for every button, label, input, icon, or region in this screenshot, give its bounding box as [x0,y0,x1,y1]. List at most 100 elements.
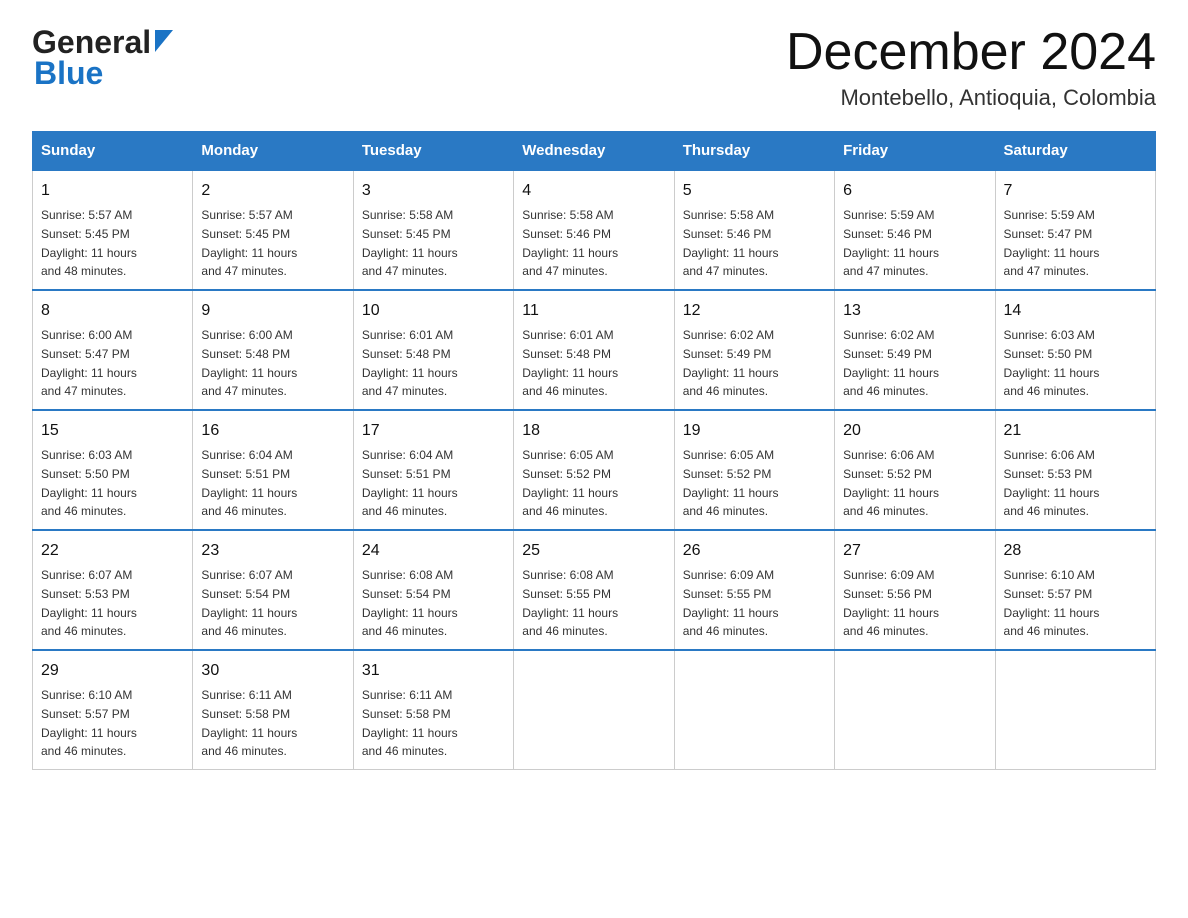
calendar-cell: 1 Sunrise: 5:57 AMSunset: 5:45 PMDaylight… [33,170,193,290]
day-number: 7 [1004,179,1147,203]
calendar-cell: 2 Sunrise: 5:57 AMSunset: 5:45 PMDaylight… [193,170,353,290]
calendar-cell: 20 Sunrise: 6:06 AMSunset: 5:52 PMDayligh… [835,410,995,530]
week-row-2: 8 Sunrise: 6:00 AMSunset: 5:47 PMDaylight… [33,290,1156,410]
week-row-3: 15 Sunrise: 6:03 AMSunset: 5:50 PMDayligh… [33,410,1156,530]
day-number: 17 [362,419,505,443]
day-number: 13 [843,299,986,323]
day-number: 21 [1004,419,1147,443]
calendar-cell: 11 Sunrise: 6:01 AMSunset: 5:48 PMDayligh… [514,290,674,410]
day-number: 5 [683,179,826,203]
calendar-cell: 7Sunrise: 5:59 AMSunset: 5:47 PMDaylight… [995,170,1155,290]
calendar-cell [674,650,834,770]
day-number: 4 [522,179,665,203]
calendar-cell: 25 Sunrise: 6:08 AMSunset: 5:55 PMDayligh… [514,530,674,650]
calendar-cell: 14Sunrise: 6:03 AMSunset: 5:50 PMDayligh… [995,290,1155,410]
day-info: Sunrise: 6:03 AMSunset: 5:50 PMDaylight:… [1004,328,1100,398]
calendar-cell: 30Sunrise: 6:11 AMSunset: 5:58 PMDayligh… [193,650,353,770]
day-number: 22 [41,539,184,563]
day-info: Sunrise: 6:08 AMSunset: 5:54 PMDaylight:… [362,568,458,638]
day-info: Sunrise: 6:01 AMSunset: 5:48 PMDaylight:… [522,328,618,398]
day-number: 18 [522,419,665,443]
calendar-cell: 9Sunrise: 6:00 AMSunset: 5:48 PMDaylight… [193,290,353,410]
calendar-title: December 2024 [786,24,1156,81]
day-number: 31 [362,659,505,683]
day-info: Sunrise: 6:04 AMSunset: 5:51 PMDaylight:… [201,448,297,518]
day-info: Sunrise: 6:06 AMSunset: 5:53 PMDaylight:… [1004,448,1100,518]
day-info: Sunrise: 6:00 AMSunset: 5:48 PMDaylight:… [201,328,297,398]
calendar-cell: 15 Sunrise: 6:03 AMSunset: 5:50 PMDayligh… [33,410,193,530]
calendar-cell: 26Sunrise: 6:09 AMSunset: 5:55 PMDayligh… [674,530,834,650]
week-row-5: 29 Sunrise: 6:10 AMSunset: 5:57 PMDayligh… [33,650,1156,770]
title-block: December 2024 Montebello, Antioquia, Col… [786,24,1156,111]
day-number: 2 [201,179,344,203]
calendar-cell: 27Sunrise: 6:09 AMSunset: 5:56 PMDayligh… [835,530,995,650]
day-info: Sunrise: 5:57 AMSunset: 5:45 PMDaylight:… [41,208,137,278]
days-header-row: SundayMondayTuesdayWednesdayThursdayFrid… [33,132,1156,171]
calendar-cell: 4 Sunrise: 5:58 AMSunset: 5:46 PMDaylight… [514,170,674,290]
day-info: Sunrise: 6:08 AMSunset: 5:55 PMDaylight:… [522,568,618,638]
calendar-cell: 28 Sunrise: 6:10 AMSunset: 5:57 PMDayligh… [995,530,1155,650]
calendar-cell: 13Sunrise: 6:02 AMSunset: 5:49 PMDayligh… [835,290,995,410]
calendar-cell: 23Sunrise: 6:07 AMSunset: 5:54 PMDayligh… [193,530,353,650]
day-info: Sunrise: 6:01 AMSunset: 5:48 PMDaylight:… [362,328,458,398]
day-info: Sunrise: 5:58 AMSunset: 5:46 PMDaylight:… [683,208,779,278]
calendar-cell: 29 Sunrise: 6:10 AMSunset: 5:57 PMDayligh… [33,650,193,770]
day-number: 1 [41,179,184,203]
calendar-cell [835,650,995,770]
calendar-cell: 12Sunrise: 6:02 AMSunset: 5:49 PMDayligh… [674,290,834,410]
day-number: 8 [41,299,184,323]
day-info: Sunrise: 5:58 AMSunset: 5:46 PMDaylight:… [522,208,618,278]
day-number: 11 [522,299,665,323]
day-number: 23 [201,539,344,563]
calendar-cell: 19 Sunrise: 6:05 AMSunset: 5:52 PMDayligh… [674,410,834,530]
day-number: 15 [41,419,184,443]
day-info: Sunrise: 6:11 AMSunset: 5:58 PMDaylight:… [201,688,297,758]
day-number: 25 [522,539,665,563]
day-info: Sunrise: 5:57 AMSunset: 5:45 PMDaylight:… [201,208,297,278]
calendar-cell [995,650,1155,770]
day-number: 3 [362,179,505,203]
day-info: Sunrise: 6:10 AMSunset: 5:57 PMDaylight:… [1004,568,1100,638]
day-number: 6 [843,179,986,203]
calendar-subtitle: Montebello, Antioquia, Colombia [786,85,1156,111]
col-header-tuesday: Tuesday [353,132,513,171]
calendar-cell: 24 Sunrise: 6:08 AMSunset: 5:54 PMDayligh… [353,530,513,650]
day-info: Sunrise: 6:05 AMSunset: 5:52 PMDaylight:… [522,448,618,518]
day-info: Sunrise: 6:00 AMSunset: 5:47 PMDaylight:… [41,328,137,398]
calendar-cell: 31 Sunrise: 6:11 AMSunset: 5:58 PMDayligh… [353,650,513,770]
day-info: Sunrise: 6:03 AMSunset: 5:50 PMDaylight:… [41,448,137,518]
day-info: Sunrise: 5:58 AMSunset: 5:45 PMDaylight:… [362,208,458,278]
logo-arrow-icon [155,30,173,57]
day-info: Sunrise: 6:06 AMSunset: 5:52 PMDaylight:… [843,448,939,518]
day-number: 28 [1004,539,1147,563]
day-number: 16 [201,419,344,443]
calendar-cell: 21 Sunrise: 6:06 AMSunset: 5:53 PMDayligh… [995,410,1155,530]
week-row-1: 1 Sunrise: 5:57 AMSunset: 5:45 PMDaylight… [33,170,1156,290]
day-info: Sunrise: 6:10 AMSunset: 5:57 PMDaylight:… [41,688,137,758]
day-number: 26 [683,539,826,563]
day-info: Sunrise: 6:05 AMSunset: 5:52 PMDaylight:… [683,448,779,518]
logo-blue-text: Blue [34,55,103,92]
week-row-4: 22Sunrise: 6:07 AMSunset: 5:53 PMDayligh… [33,530,1156,650]
calendar-cell: 17 Sunrise: 6:04 AMSunset: 5:51 PMDayligh… [353,410,513,530]
calendar-table: SundayMondayTuesdayWednesdayThursdayFrid… [32,131,1156,770]
page-header: General Blue December 2024 Montebello, A… [32,24,1156,111]
logo: General Blue [32,24,173,92]
day-info: Sunrise: 6:02 AMSunset: 5:49 PMDaylight:… [683,328,779,398]
calendar-cell: 5 Sunrise: 5:58 AMSunset: 5:46 PMDaylight… [674,170,834,290]
col-header-thursday: Thursday [674,132,834,171]
day-number: 20 [843,419,986,443]
day-number: 24 [362,539,505,563]
day-info: Sunrise: 5:59 AMSunset: 5:46 PMDaylight:… [843,208,939,278]
day-info: Sunrise: 6:04 AMSunset: 5:51 PMDaylight:… [362,448,458,518]
col-header-sunday: Sunday [33,132,193,171]
col-header-wednesday: Wednesday [514,132,674,171]
calendar-cell: 8 Sunrise: 6:00 AMSunset: 5:47 PMDaylight… [33,290,193,410]
calendar-cell: 18 Sunrise: 6:05 AMSunset: 5:52 PMDayligh… [514,410,674,530]
calendar-cell: 10 Sunrise: 6:01 AMSunset: 5:48 PMDayligh… [353,290,513,410]
day-info: Sunrise: 6:11 AMSunset: 5:58 PMDaylight:… [362,688,458,758]
day-number: 19 [683,419,826,443]
day-number: 10 [362,299,505,323]
day-number: 29 [41,659,184,683]
calendar-cell: 16 Sunrise: 6:04 AMSunset: 5:51 PMDayligh… [193,410,353,530]
